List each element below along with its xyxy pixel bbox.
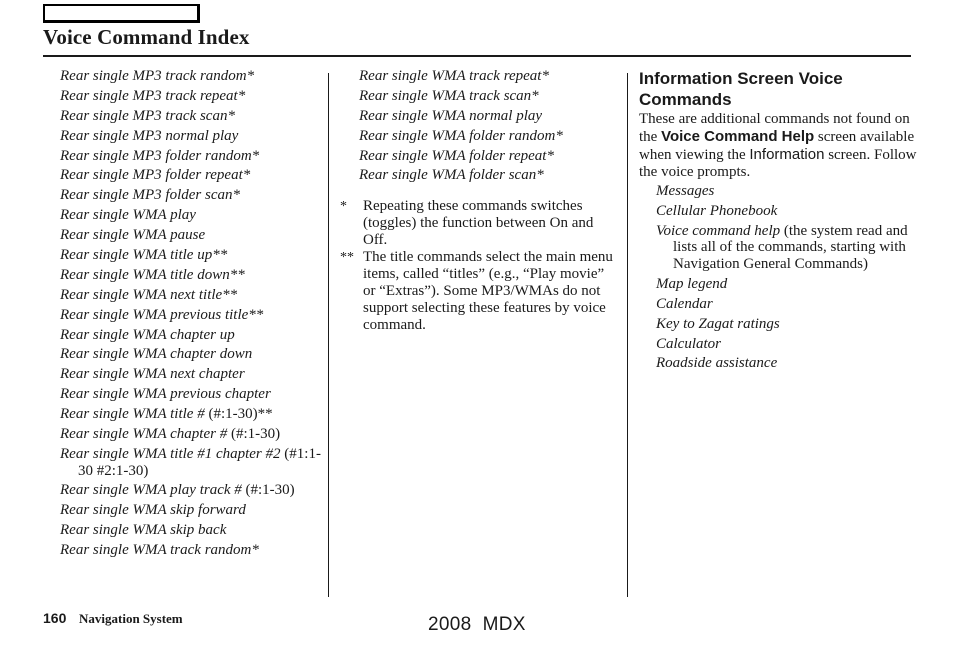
information-screen-section: Information Screen Voice Commands These … <box>639 68 919 375</box>
command-text: Calculator <box>656 335 722 352</box>
footnotes: * Repeating these commands switches (tog… <box>340 198 620 334</box>
section-tab-box <box>43 4 200 23</box>
command-text: Rear single MP3 folder scan* <box>60 187 240 204</box>
section-heading: Information Screen Voice Commands <box>639 69 843 109</box>
command-text: Rear single WMA title down** <box>60 266 245 283</box>
command-text: Rear single WMA play track # <box>60 482 246 499</box>
command-text: Cellular Phonebook <box>656 202 778 219</box>
command-text: Rear single WMA track random* <box>60 542 259 559</box>
command-item: Rear single WMA normal play <box>359 107 543 124</box>
information-command-list: Messages Cellular Phonebook Voice comman… <box>656 183 919 372</box>
command-item: Rear single WMA title # (#:1-30)** <box>60 406 322 423</box>
footnote-double-asterisk: ** The title commands select the main me… <box>340 249 620 334</box>
command-text: Rear single WMA skip forward <box>60 502 246 519</box>
command-range: (#:1-30) <box>245 482 295 499</box>
command-item: Rear single MP3 folder random* <box>60 148 322 165</box>
command-text: Rear single MP3 folder repeat* <box>60 167 251 184</box>
command-item: Rear single MP3 normal play <box>60 128 322 145</box>
command-item: Rear single WMA pause <box>60 227 322 244</box>
command-item: Rear single WMA folder scan* <box>359 167 544 184</box>
command-text: Key to Zagat ratings <box>656 315 780 332</box>
vehicle-model: 2008 MDX <box>428 614 526 635</box>
command-text: Calendar <box>656 295 713 312</box>
command-text: Rear single WMA chapter up <box>60 326 235 343</box>
footnote-text: The title commands select the main menu … <box>363 249 613 334</box>
command-item: Voice command help (the system read and … <box>656 223 919 273</box>
title-divider <box>43 55 911 57</box>
command-column-2: Rear single WMA track repeat* Rear singl… <box>340 68 620 334</box>
footer-section-name: Navigation System <box>79 611 183 626</box>
footnote-text: Repeating these commands switches (toggl… <box>363 198 594 249</box>
command-item: Rear single MP3 track repeat* <box>60 88 322 105</box>
command-item: Calculator <box>656 336 919 353</box>
command-item: Calendar <box>656 296 919 313</box>
command-text: Rear single WMA next chapter <box>60 366 245 383</box>
command-item: Rear single WMA skip forward <box>60 502 322 519</box>
command-item: Cellular Phonebook <box>656 203 919 220</box>
command-item: Rear single WMA chapter # (#:1-30) <box>60 426 322 443</box>
command-item: Rear single WMA title down** <box>60 267 322 284</box>
command-item: Rear single WMA previous chapter <box>60 386 322 403</box>
command-item: Rear single MP3 folder scan* <box>60 187 322 204</box>
command-range: (#:1-30) <box>230 426 281 443</box>
command-item: Rear single WMA folder repeat* <box>359 147 554 164</box>
command-text: Rear single WMA chapter down <box>60 346 253 363</box>
command-item: Messages <box>656 183 919 200</box>
command-text: Rear single WMA next title** <box>60 286 238 303</box>
command-item: Map legend <box>656 276 919 293</box>
command-item: Rear single WMA play <box>60 207 322 224</box>
command-text: Rear single MP3 track repeat* <box>60 87 246 104</box>
command-item: Rear single WMA chapter up <box>60 327 322 344</box>
command-item: Rear single WMA title up** <box>60 247 322 264</box>
command-item: Rear single WMA folder random* <box>359 127 563 144</box>
footnote-single-asterisk: * Repeating these commands switches (tog… <box>340 198 620 249</box>
command-text: Messages <box>656 183 715 199</box>
command-text: Rear single WMA previous title** <box>60 306 264 323</box>
command-item: Rear single WMA previous title** <box>60 307 322 324</box>
command-item: Rear single MP3 track random* <box>60 68 322 85</box>
command-text: Rear single MP3 track random* <box>60 68 255 84</box>
command-item: Rear single WMA play track # (#:1-30) <box>60 482 322 499</box>
command-column-1: Rear single MP3 track random* Rear singl… <box>60 68 322 562</box>
footnote-mark: * <box>340 199 347 215</box>
command-item: Rear single WMA track repeat* <box>359 68 549 84</box>
command-item: Rear single WMA next chapter <box>60 366 322 383</box>
command-item: Rear single MP3 folder repeat* <box>60 167 322 184</box>
command-text: Map legend <box>656 275 728 292</box>
command-item: Roadside assistance <box>656 355 919 372</box>
command-item: Rear single WMA next title** <box>60 287 322 304</box>
command-text: Rear single WMA title # <box>60 406 209 423</box>
column-divider <box>328 73 329 597</box>
command-text: Rear single WMA previous chapter <box>60 386 271 403</box>
command-text: Rear single WMA chapter # <box>60 426 231 443</box>
command-text: Roadside assistance <box>656 355 778 372</box>
command-item: Key to Zagat ratings <box>656 316 919 333</box>
command-text: Rear single WMA skip back <box>60 522 227 539</box>
command-text: Rear single WMA play <box>60 207 196 224</box>
command-item: Rear single MP3 track scan* <box>60 108 322 125</box>
command-item: Rear single WMA title #1 chapter #2 (#1:… <box>60 446 322 479</box>
command-list-2: Rear single WMA track repeat* Rear singl… <box>359 68 620 184</box>
command-text: Rear single WMA title up** <box>60 247 228 264</box>
section-intro: These are additional commands not found … <box>639 111 919 181</box>
command-list-1: Rear single MP3 track random* Rear singl… <box>60 68 322 559</box>
page-title: Voice Command Index <box>43 25 250 49</box>
command-text: Voice command help <box>656 222 781 239</box>
information-screen-term: Information <box>749 146 825 163</box>
command-item: Rear single WMA track scan* <box>359 87 539 104</box>
command-range: (#:1-30)** <box>208 406 273 423</box>
command-item: Rear single WMA chapter down <box>60 346 322 363</box>
command-text: Rear single MP3 track scan* <box>60 107 235 124</box>
page-number: 160 <box>43 610 67 626</box>
command-text: Rear single MP3 normal play <box>60 127 239 144</box>
command-item: Rear single WMA track random* <box>60 542 322 559</box>
voice-command-help-term: Voice Command Help <box>661 128 815 145</box>
column-divider <box>627 73 628 597</box>
command-text: Rear single MP3 folder random* <box>60 147 260 164</box>
command-text: Rear single WMA title #1 chapter #2 <box>60 445 285 462</box>
command-text: Rear single WMA pause <box>60 227 206 244</box>
footnote-mark: ** <box>340 250 354 266</box>
command-item: Rear single WMA skip back <box>60 522 322 539</box>
